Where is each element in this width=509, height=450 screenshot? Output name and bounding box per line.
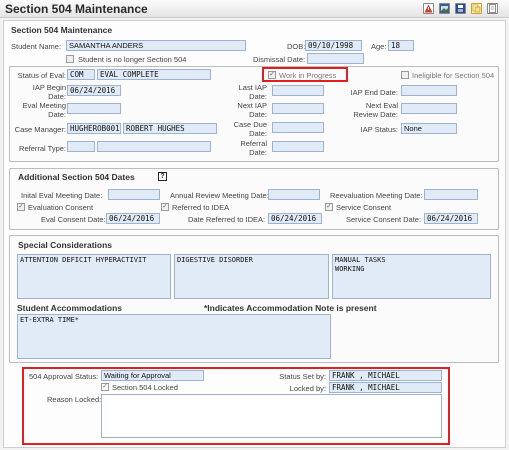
next-eval-label-line1: Next Eval xyxy=(365,101,398,110)
status-of-eval-label: Status of Eval: xyxy=(17,71,66,80)
save-icon[interactable] xyxy=(455,3,466,14)
iap-status-field[interactable]: None xyxy=(401,123,457,134)
status-set-by-field[interactable]: FRANK , MICHAEL xyxy=(329,370,442,381)
status-code-field[interactable]: COM xyxy=(67,69,95,80)
age-field[interactable]: 18 xyxy=(388,40,414,51)
annual-review-date-label: Annual Review Meeting Date: xyxy=(170,191,269,200)
referred-idea-label: Referred to IDEA xyxy=(172,203,230,212)
evaluation-consent-label: Evaluation Consent xyxy=(28,203,94,212)
initial-eval-date-field[interactable] xyxy=(108,189,160,200)
status-text-field[interactable]: EVAL COMPLETE xyxy=(97,69,211,80)
referred-idea-checkbox[interactable] xyxy=(161,203,169,211)
student-name-label: Student Name: xyxy=(11,42,62,51)
next-iap-label-line2: Date: xyxy=(249,110,267,119)
consideration-textarea-3[interactable]: MANUAL TASKS WORKING xyxy=(332,254,491,299)
copy-icon[interactable] xyxy=(471,3,482,14)
iap-end-date-field[interactable] xyxy=(401,85,457,96)
consideration-textarea-1[interactable]: ATTENTION DEFICIT HYPERACTIVIT xyxy=(17,254,171,299)
referral-label-line2: Date: xyxy=(249,148,267,157)
eval-meeting-label-line1: Eval Meeting xyxy=(22,101,66,110)
annual-review-date-field[interactable] xyxy=(268,189,320,200)
reason-locked-textarea[interactable] xyxy=(101,394,442,438)
ineligible-label: Ineligible for Section 504 xyxy=(412,71,495,80)
approval-status-field[interactable]: Waiting for Approval xyxy=(101,370,204,381)
next-eval-date-field[interactable] xyxy=(401,103,457,114)
image-icon[interactable] xyxy=(439,3,450,14)
evaluation-consent-checkbox[interactable] xyxy=(17,203,25,211)
initial-eval-date-label: Inital Eval Meeting Date: xyxy=(21,191,103,200)
student-accommodations-title: Student Accommodations xyxy=(17,303,122,313)
help-icon[interactable]: ? xyxy=(158,172,167,181)
next-iap-date-field[interactable] xyxy=(272,103,324,114)
referral-type-label: Referral Type: xyxy=(19,144,66,153)
section-504-locked-checkbox[interactable] xyxy=(101,383,109,391)
case-manager-code-field[interactable]: HUGHEROB001 xyxy=(67,123,121,134)
dismissal-date-label: Dismissal Date: xyxy=(253,55,306,64)
ineligible-checkbox[interactable] xyxy=(401,71,409,79)
warning-icon[interactable] xyxy=(423,3,434,14)
case-manager-name-field[interactable]: ROBERT HUGHES xyxy=(123,123,217,134)
iap-begin-date-field[interactable]: 06/24/2016 xyxy=(67,85,121,96)
referral-date-field[interactable] xyxy=(272,141,324,152)
no-longer-504-label: Student is no longer Section 504 xyxy=(78,55,187,64)
status-set-by-label: Status Set by: xyxy=(279,372,326,381)
maintenance-title: Section 504 Maintenance xyxy=(11,25,113,35)
dob-field[interactable]: 09/10/1998 xyxy=(305,40,362,51)
service-consent-checkbox[interactable] xyxy=(325,203,333,211)
case-due-label-line2: Date: xyxy=(249,129,267,138)
section-504-locked-label: Section 504 Locked xyxy=(112,383,178,392)
service-consent-label: Service Consent xyxy=(336,203,392,212)
additional-dates-title: Additional Section 504 Dates xyxy=(18,172,135,182)
last-iap-date-field[interactable] xyxy=(272,85,324,96)
date-referred-field[interactable]: 06/24/2016 xyxy=(268,213,322,224)
iap-begin-label-line2: Date: xyxy=(48,92,66,101)
accommodation-note-indicator: *Indicates Accommodation Note is present xyxy=(204,303,377,313)
referral-label-line1: Referral xyxy=(240,139,267,148)
referral-type-text-field[interactable] xyxy=(97,141,211,152)
accommodations-textarea[interactable]: ET-EXTRA TIME* xyxy=(17,314,331,359)
service-consent-date-label: Service Consent Date: xyxy=(346,215,422,224)
consideration-textarea-2[interactable]: DIGESTIVE DISORDER xyxy=(174,254,329,299)
eval-meeting-date-field[interactable] xyxy=(67,103,121,114)
reason-locked-label: Reason Locked: xyxy=(47,395,102,404)
special-considerations-title: Special Considerations xyxy=(18,240,112,250)
window-header: Section 504 Maintenance xyxy=(0,0,509,18)
iap-end-date-label: IAP End Date: xyxy=(350,88,398,97)
case-manager-label: Case Manager: xyxy=(14,125,66,134)
dismissal-date-field[interactable] xyxy=(307,53,364,64)
approval-status-label: 504 Approval Status: xyxy=(29,372,99,381)
iap-begin-label-line1: IAP Begin xyxy=(32,83,66,92)
page-title: Section 504 Maintenance xyxy=(5,2,148,16)
age-label: Age: xyxy=(371,42,387,51)
service-consent-date-field[interactable]: 06/24/2016 xyxy=(424,213,478,224)
date-referred-label: Date Referred to IDEA: xyxy=(188,215,266,224)
last-iap-label-line2: Date: xyxy=(249,92,267,101)
next-iap-label-line1: Next IAP xyxy=(237,101,267,110)
eval-consent-date-field[interactable]: 06/24/2016 xyxy=(106,213,160,224)
eval-meeting-label-line2: Date: xyxy=(48,110,66,119)
reevaluation-date-field[interactable] xyxy=(424,189,478,200)
work-in-progress-checkbox[interactable] xyxy=(268,71,276,79)
no-longer-504-checkbox[interactable] xyxy=(66,55,74,63)
student-name-field[interactable]: SAMANTHA ANDERS xyxy=(66,40,246,51)
next-eval-label-line2: Review Date: xyxy=(353,110,398,119)
last-iap-label-line1: Last IAP xyxy=(238,83,267,92)
locked-by-field[interactable]: FRANK , MICHAEL xyxy=(329,382,442,393)
work-in-progress-label: Work in Progress xyxy=(279,71,337,80)
reevaluation-date-label: Reevaluation Meeting Date: xyxy=(330,191,423,200)
case-due-label-line1: Case Due xyxy=(233,120,267,129)
locked-by-label: Locked by: xyxy=(289,384,326,393)
referral-type-code-field[interactable] xyxy=(67,141,95,152)
dob-label: DOB: xyxy=(287,42,306,51)
eval-consent-date-label: Eval Consent Date: xyxy=(41,215,106,224)
document-icon[interactable] xyxy=(487,3,498,14)
case-due-date-field[interactable] xyxy=(272,122,324,133)
iap-status-label: IAP Status: xyxy=(360,125,398,134)
